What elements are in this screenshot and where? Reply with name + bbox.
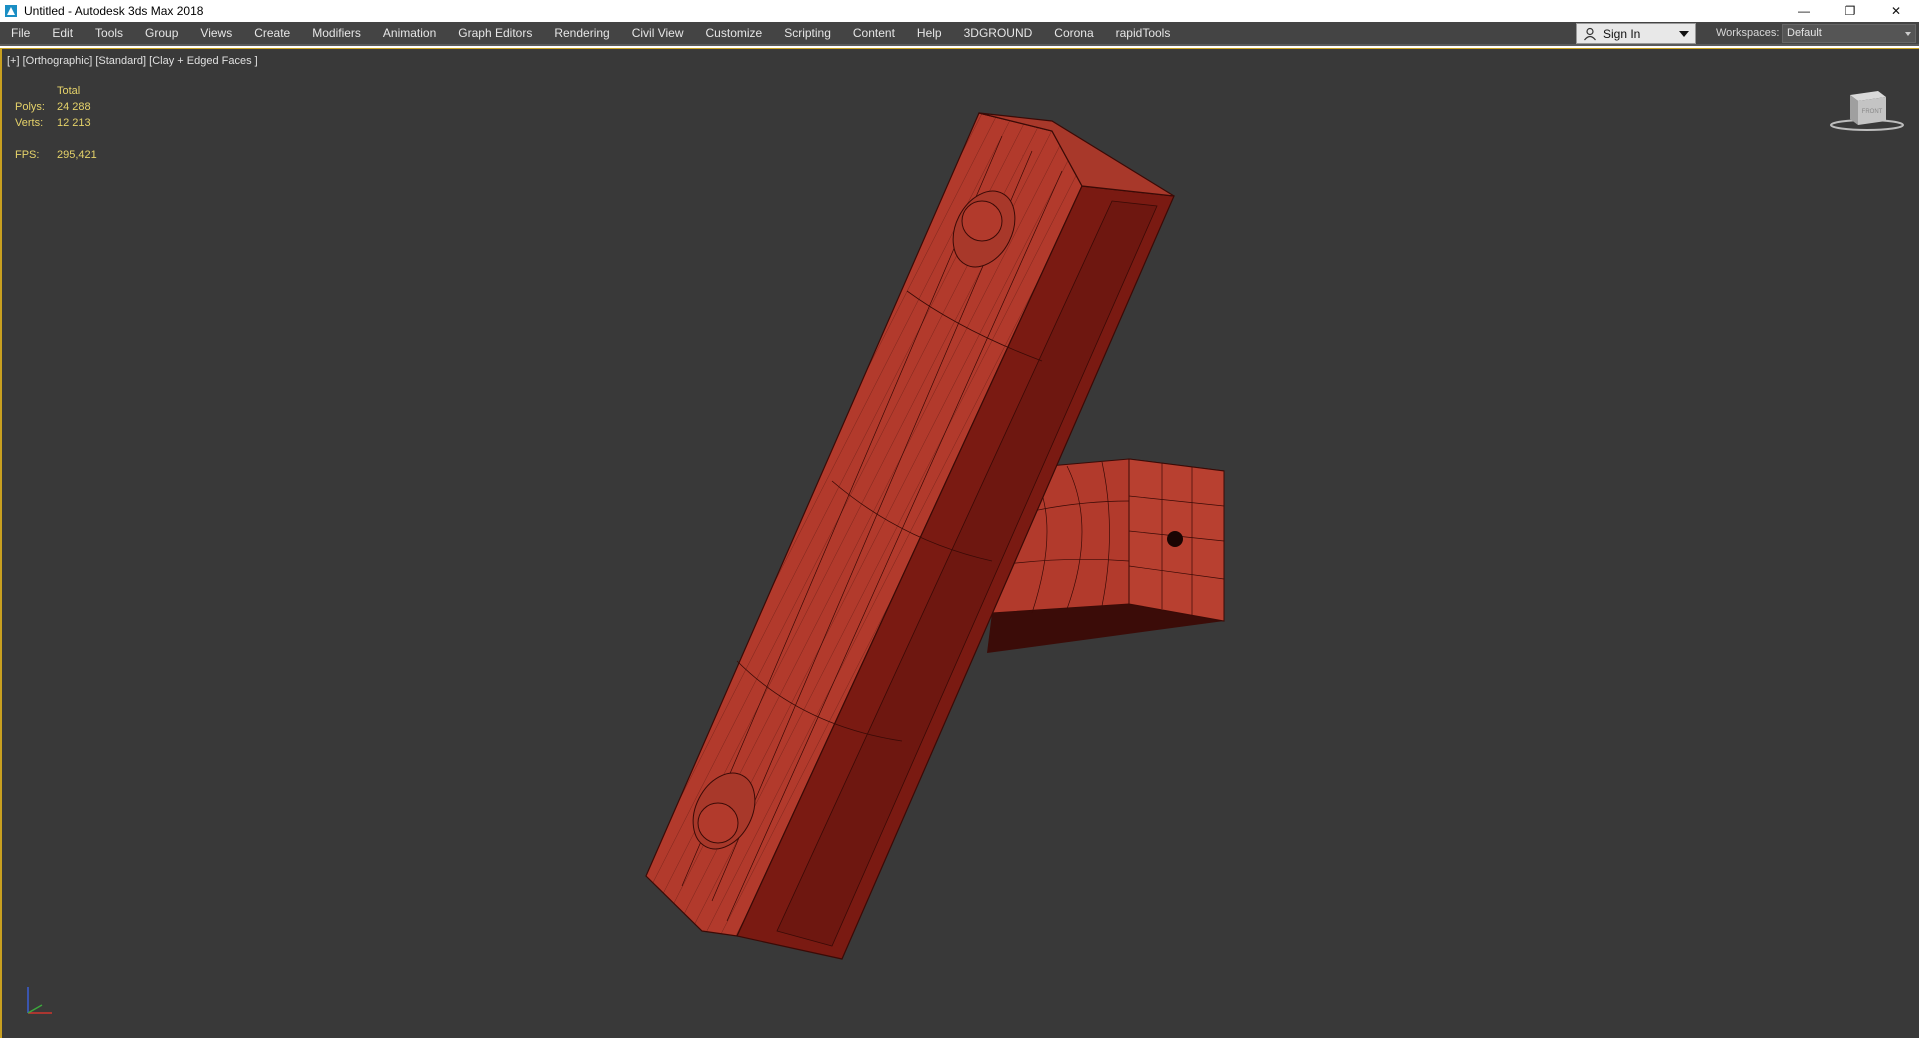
restore-button[interactable]: ❐	[1827, 0, 1873, 22]
axis-tripod-icon	[27, 987, 52, 1014]
perspective-viewport[interactable]: [+] [Orthographic] [Standard] [Clay + Ed…	[0, 48, 1919, 1038]
viewcube-front-label: FRONT	[1862, 109, 1883, 115]
menu-group[interactable]: Group	[134, 22, 189, 44]
menu-tools[interactable]: Tools	[84, 22, 134, 44]
menu-scripting[interactable]: Scripting	[773, 22, 842, 44]
main-menu-bar: File Edit Tools Group Views Create Modif…	[0, 22, 1919, 46]
menu-animation[interactable]: Animation	[372, 22, 447, 44]
workspace-value: Default	[1787, 27, 1822, 39]
window-controls: — ❐ ✕	[1781, 0, 1919, 22]
menu-file[interactable]: File	[0, 22, 41, 44]
workspace-dropdown[interactable]: Default	[1782, 24, 1916, 43]
menu-corona[interactable]: Corona	[1043, 22, 1104, 44]
menu-edit[interactable]: Edit	[41, 22, 84, 44]
menu-rapidtools[interactable]: rapidTools	[1105, 22, 1182, 44]
sign-in-button[interactable]: Sign In	[1576, 23, 1696, 44]
minimize-button[interactable]: —	[1781, 0, 1827, 22]
sign-in-label: Sign In	[1603, 26, 1641, 41]
menu-customize[interactable]: Customize	[695, 22, 774, 44]
menu-graph-editors[interactable]: Graph Editors	[447, 22, 543, 44]
menu-modifiers[interactable]: Modifiers	[301, 22, 372, 44]
3d-model-bracket[interactable]	[2, 49, 1919, 1038]
chevron-down-icon	[1679, 31, 1689, 37]
3dsmax-app-icon	[5, 5, 17, 17]
menu-civil-view[interactable]: Civil View	[621, 22, 695, 44]
chevron-down-icon	[1905, 32, 1911, 36]
menu-help[interactable]: Help	[906, 22, 953, 44]
menu-content[interactable]: Content	[842, 22, 906, 44]
viewcube-widget[interactable]: FRONT	[1828, 83, 1906, 131]
menu-views[interactable]: Views	[189, 22, 243, 44]
workspaces-label: Workspaces:	[1716, 27, 1780, 39]
model-post	[645, 112, 1175, 960]
title-bar: Untitled - Autodesk 3ds Max 2018 — ❐ ✕	[0, 0, 1919, 22]
menu-3dground[interactable]: 3DGROUND	[953, 22, 1044, 44]
menu-create[interactable]: Create	[243, 22, 301, 44]
window-title: Untitled - Autodesk 3ds Max 2018	[24, 4, 204, 18]
user-icon	[1584, 27, 1596, 40]
menu-rendering[interactable]: Rendering	[543, 22, 620, 44]
close-button[interactable]: ✕	[1873, 0, 1919, 22]
